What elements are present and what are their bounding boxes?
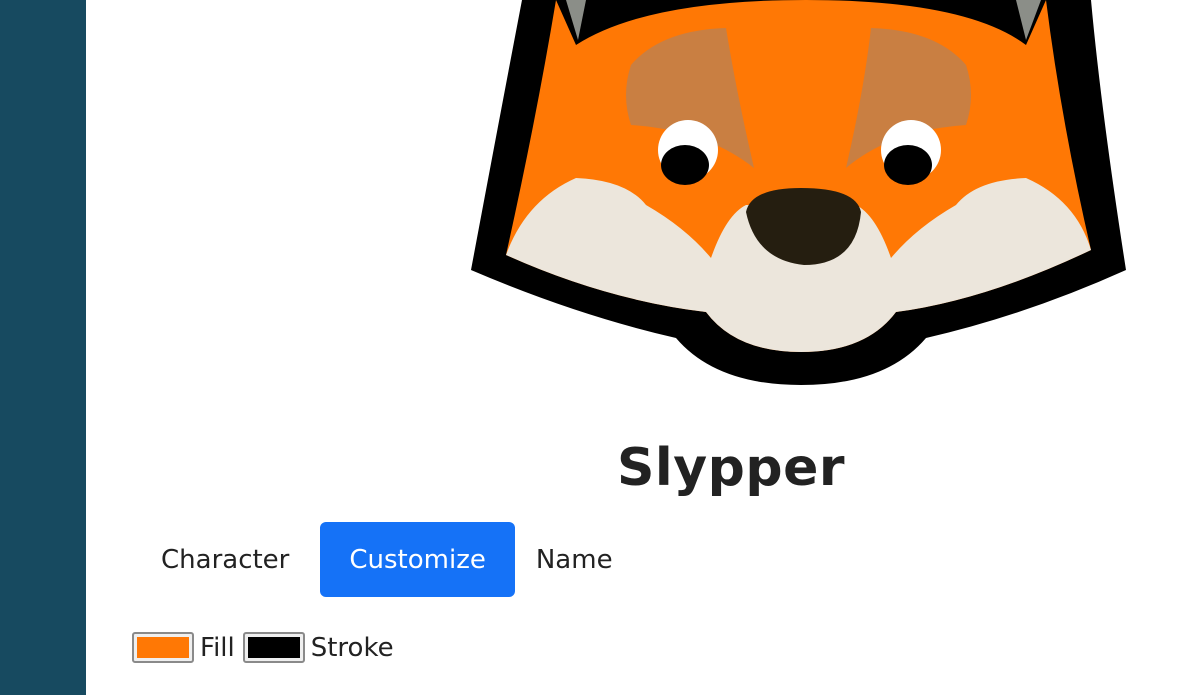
- fill-color-picker[interactable]: [132, 632, 194, 663]
- tab-name[interactable]: Name: [528, 522, 621, 597]
- main-panel: Slypper Character Customize Name Fill St…: [86, 0, 1200, 695]
- character-name: Slypper: [616, 438, 846, 498]
- fill-label: Fill: [200, 632, 235, 663]
- fox-pupil-left: [661, 145, 709, 185]
- tab-bar: Character Customize Name: [143, 522, 634, 597]
- fox-avatar: [471, 0, 1126, 385]
- stroke-color-swatch: [247, 637, 300, 658]
- stroke-label: Stroke: [310, 632, 394, 663]
- fill-color-swatch: [137, 637, 189, 658]
- fox-pupil-right: [884, 145, 932, 185]
- sidebar: [0, 0, 86, 695]
- tab-character[interactable]: Character: [143, 522, 307, 597]
- stroke-color-picker[interactable]: [242, 632, 305, 663]
- tab-customize[interactable]: Customize: [320, 522, 515, 597]
- color-controls: Fill Stroke: [132, 632, 402, 663]
